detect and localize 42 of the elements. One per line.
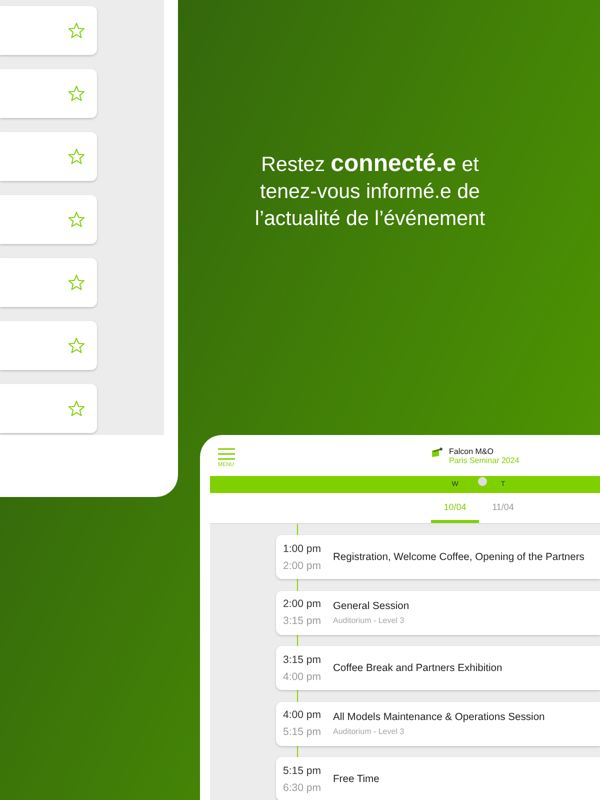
star-icon[interactable] bbox=[68, 22, 85, 39]
star-icon[interactable] bbox=[68, 211, 85, 228]
tagline: Restez connecté.e et tenez-vous informé.e de l’actualité de l’événement bbox=[254, 150, 486, 232]
start-time: 4:00 pm bbox=[283, 709, 322, 721]
session-title: Free Time bbox=[333, 774, 380, 784]
logo-subtitle: Paris Seminar 2024 bbox=[449, 456, 520, 464]
session-card[interactable]: 5:15 pm 6:30 pm Free Time bbox=[276, 757, 600, 800]
session-title: General Session bbox=[333, 600, 410, 612]
start-time: 5:15 pm bbox=[283, 764, 322, 776]
start-time: 1:00 pm bbox=[283, 542, 322, 554]
star-icon[interactable] bbox=[68, 274, 85, 291]
session-card[interactable]: 3:15 pm 4:00 pm Coffee Break and Partners Exhibition bbox=[276, 646, 600, 690]
session-card[interactable]: 2:00 pm 3:15 pm General Session Auditorium - Level 3 bbox=[276, 590, 600, 634]
session-title: All Models Maintenance & Operations Session bbox=[333, 712, 545, 722]
event-card[interactable] bbox=[0, 6, 97, 55]
event-card[interactable] bbox=[0, 195, 97, 244]
end-time: 5:15 pm bbox=[283, 726, 322, 738]
event-card[interactable] bbox=[0, 321, 97, 370]
session-title: Coffee Break and Partners Exhibition bbox=[333, 662, 502, 674]
logo-title: Falcon M&O bbox=[449, 446, 494, 456]
end-time: 6:30 pm bbox=[283, 782, 322, 794]
event-card[interactable] bbox=[0, 384, 97, 433]
star-icon[interactable] bbox=[68, 400, 85, 417]
event-card[interactable] bbox=[0, 69, 97, 118]
session-card[interactable]: 1:00 pm 2:00 pm Registration, Welcome Coffee, Opening of the Partners bbox=[276, 535, 600, 579]
end-time: 2:00 pm bbox=[283, 560, 322, 572]
session-location: Auditorium - Level 3 bbox=[333, 726, 406, 736]
start-time: 2:00 pm bbox=[283, 598, 322, 610]
star-icon[interactable] bbox=[68, 85, 85, 102]
end-time: 3:15 pm bbox=[283, 615, 322, 627]
end-time: 4:00 pm bbox=[283, 670, 322, 682]
indicator-dot bbox=[478, 477, 487, 486]
session-card[interactable]: 4:00 pm 5:15 pm All Models Maintenance & Operations Session Auditorium - Level 3 bbox=[276, 702, 600, 746]
session-title: Registration, Welcome Coffee, Opening of the Partners bbox=[333, 552, 584, 562]
event-card[interactable] bbox=[0, 258, 97, 307]
logo-icon bbox=[432, 446, 444, 458]
menu-icon bbox=[218, 448, 234, 460]
session-location: Auditorium - Level 3 bbox=[333, 616, 406, 624]
event-card[interactable] bbox=[0, 132, 97, 181]
start-time: 3:15 pm bbox=[283, 654, 322, 666]
star-icon[interactable] bbox=[68, 148, 85, 165]
star-icon[interactable] bbox=[68, 337, 85, 354]
